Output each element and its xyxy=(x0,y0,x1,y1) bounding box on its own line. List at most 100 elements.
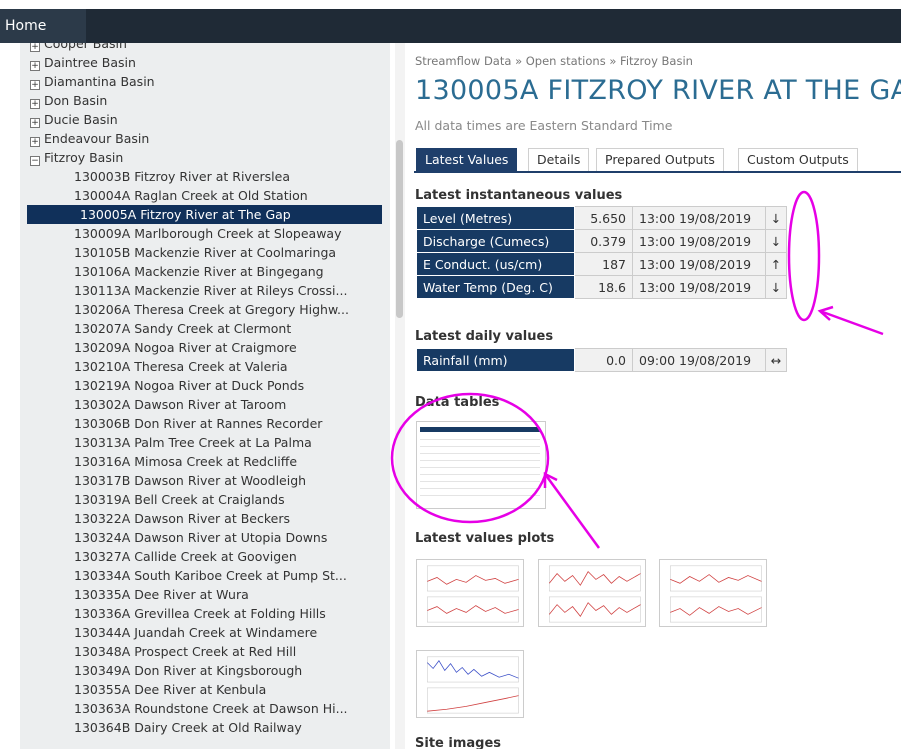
scrollbar-thumb[interactable] xyxy=(396,140,403,318)
station-item[interactable]: 130322A Dawson River at Beckers xyxy=(20,509,390,528)
basin-item[interactable]: + Daintree Basin xyxy=(20,53,390,72)
station-item[interactable]: 130349A Don River at Kingsborough xyxy=(20,661,390,680)
daily-heading: Latest daily values xyxy=(415,329,554,344)
expand-icon[interactable]: + xyxy=(30,43,40,52)
station-item[interactable]: 130106A Mackenzie River at Bingegang xyxy=(20,262,390,281)
basin-label: Ducie Basin xyxy=(44,112,118,127)
station-item[interactable]: 130319A Bell Creek at Craiglands xyxy=(20,490,390,509)
collapse-icon[interactable]: − xyxy=(30,156,40,166)
tab-custom-outputs[interactable]: Custom Outputs xyxy=(738,148,858,171)
basin-item[interactable]: + Ducie Basin xyxy=(20,110,390,129)
time-cell: 13:00 19/08/2019 xyxy=(632,229,766,253)
value-label[interactable]: E Conduct. (us/cm) xyxy=(416,252,575,276)
home-tab[interactable]: Home xyxy=(0,9,86,43)
station-item[interactable]: 130003B Fitzroy River at Riverslea xyxy=(20,167,390,186)
station-item[interactable]: 130206A Theresa Creek at Gregory Highw..… xyxy=(20,300,390,319)
basin-label: Don Basin xyxy=(44,93,108,108)
plot-thumbnail-discharge[interactable] xyxy=(538,559,646,627)
station-item[interactable]: 130317B Dawson River at Woodleigh xyxy=(20,471,390,490)
basin-item[interactable]: + Diamantina Basin xyxy=(20,72,390,91)
value-row: E Conduct. (us/cm) 187 13:00 19/08/2019 ↑ xyxy=(416,252,787,276)
page-title: 130005A FITZROY RIVER AT THE GAP xyxy=(415,75,901,106)
mini-table-image xyxy=(420,427,540,496)
trend-icon: ↓ xyxy=(765,206,787,230)
station-item[interactable]: 130364B Dairy Creek at Old Railway xyxy=(20,718,390,737)
station-item[interactable]: 130306B Don River at Rannes Recorder xyxy=(20,414,390,433)
station-item[interactable]: 130302A Dawson River at Taroom xyxy=(20,395,390,414)
station-item[interactable]: 130105B Mackenzie River at Coolmaringa xyxy=(20,243,390,262)
time-cell: 13:00 19/08/2019 xyxy=(632,252,766,276)
value-label[interactable]: Rainfall (mm) xyxy=(416,348,575,372)
trend-icon: ↑ xyxy=(765,252,787,276)
station-item[interactable]: 130355A Dee River at Kenbula xyxy=(20,680,390,699)
trend-icon: ↓ xyxy=(765,275,787,299)
main-content: Streamflow Data » Open stations » Fitzro… xyxy=(414,43,901,749)
expand-icon[interactable]: + xyxy=(30,99,40,109)
expand-icon[interactable]: + xyxy=(30,137,40,147)
station-item[interactable]: 130009A Marlborough Creek at Slopeaway xyxy=(20,224,390,243)
station-item[interactable]: 130207A Sandy Creek at Clermont xyxy=(20,319,390,338)
station-item[interactable]: 130004A Raglan Creek at Old Station xyxy=(20,186,390,205)
basin-item[interactable]: + Cooper Basin xyxy=(20,43,390,53)
station-item[interactable]: 130210A Theresa Creek at Valeria xyxy=(20,357,390,376)
breadcrumb[interactable]: Streamflow Data » Open stations » Fitzro… xyxy=(415,54,693,68)
value-cell: 0.379 xyxy=(574,229,633,253)
station-item-selected[interactable]: 130005A Fitzroy River at The Gap xyxy=(27,205,382,224)
basin-tree: + Cooper Basin + Daintree Basin + Diamantina … xyxy=(20,43,390,749)
station-item[interactable]: 130313A Palm Tree Creek at La Palma xyxy=(20,433,390,452)
station-item[interactable]: 130336A Grevillea Creek at Folding Hills xyxy=(20,604,390,623)
top-bar: Home xyxy=(0,0,901,43)
time-cell: 13:00 19/08/2019 xyxy=(632,275,766,299)
time-cell: 13:00 19/08/2019 xyxy=(632,206,766,230)
sidebar: + Cooper Basin + Daintree Basin + Diamantina … xyxy=(0,43,390,749)
value-cell: 5.650 xyxy=(574,206,633,230)
station-item[interactable]: 130344A Juandah Creek at Windamere xyxy=(20,623,390,642)
tab-prepared-outputs[interactable]: Prepared Outputs xyxy=(596,148,724,171)
value-row: Level (Metres) 5.650 13:00 19/08/2019 ↓ xyxy=(416,206,787,230)
station-item[interactable]: 130316A Mimosa Creek at Redcliffe xyxy=(20,452,390,471)
plot-thumbnail-level[interactable] xyxy=(416,559,524,627)
station-item[interactable]: 130327A Callide Creek at Goovigen xyxy=(20,547,390,566)
station-item[interactable]: 130209A Nogoa River at Craigmore xyxy=(20,338,390,357)
timezone-note: All data times are Eastern Standard Time xyxy=(415,118,673,133)
instantaneous-values-table: Level (Metres) 5.650 13:00 19/08/2019 ↓ Disc… xyxy=(416,206,787,299)
basin-label: Diamantina Basin xyxy=(44,74,155,89)
basin-item[interactable]: − Fitzroy Basin xyxy=(20,148,390,167)
value-row: Discharge (Cumecs) 0.379 13:00 19/08/2019 ↓ xyxy=(416,229,787,253)
tab-details[interactable]: Details xyxy=(528,148,590,171)
basin-item[interactable]: + Don Basin xyxy=(20,91,390,110)
time-cell: 09:00 19/08/2019 xyxy=(632,348,766,372)
station-item[interactable]: 130113A Mackenzie River at Rileys Crossi… xyxy=(20,281,390,300)
plot-thumbnail-temperature[interactable] xyxy=(416,650,524,718)
value-label[interactable]: Level (Metres) xyxy=(416,206,575,230)
trend-icon: ↓ xyxy=(765,229,787,253)
data-table-thumbnail[interactable] xyxy=(416,421,546,509)
expand-icon[interactable]: + xyxy=(30,118,40,128)
station-item[interactable]: 130334A South Kariboe Creek at Pump St..… xyxy=(20,566,390,585)
basin-label: Endeavour Basin xyxy=(44,131,150,146)
basin-label: Cooper Basin xyxy=(44,43,127,51)
value-label[interactable]: Discharge (Cumecs) xyxy=(416,229,575,253)
station-item[interactable]: 130219A Nogoa River at Duck Ponds xyxy=(20,376,390,395)
station-item[interactable]: 130335A Dee River at Wura xyxy=(20,585,390,604)
station-item[interactable]: 130363A Roundstone Creek at Dawson Hi... xyxy=(20,699,390,718)
value-row: Rainfall (mm) 0.0 09:00 19/08/2019 ↔ xyxy=(416,348,787,372)
expand-icon[interactable]: + xyxy=(30,80,40,90)
station-item[interactable]: 130324A Dawson River at Utopia Downs xyxy=(20,528,390,547)
data-tables-heading: Data tables xyxy=(415,395,500,410)
basin-label: Fitzroy Basin xyxy=(44,150,124,165)
value-label[interactable]: Water Temp (Deg. C) xyxy=(416,275,575,299)
expand-icon[interactable]: + xyxy=(30,61,40,71)
station-item[interactable]: 130348A Prospect Creek at Red Hill xyxy=(20,642,390,661)
value-cell: 18.6 xyxy=(574,275,633,299)
basin-label: Daintree Basin xyxy=(44,55,136,70)
daily-values-table: Rainfall (mm) 0.0 09:00 19/08/2019 ↔ xyxy=(416,348,787,372)
value-cell: 0.0 xyxy=(574,348,633,372)
value-cell: 187 xyxy=(574,252,633,276)
sidebar-scrollbar[interactable] xyxy=(395,43,405,749)
tab-latest-values[interactable]: Latest Values xyxy=(416,148,518,171)
site-images-heading: Site images xyxy=(415,736,502,749)
basin-item[interactable]: + Endeavour Basin xyxy=(20,129,390,148)
plot-thumbnail-conductivity[interactable] xyxy=(659,559,767,627)
instantaneous-heading: Latest instantaneous values xyxy=(415,188,623,203)
